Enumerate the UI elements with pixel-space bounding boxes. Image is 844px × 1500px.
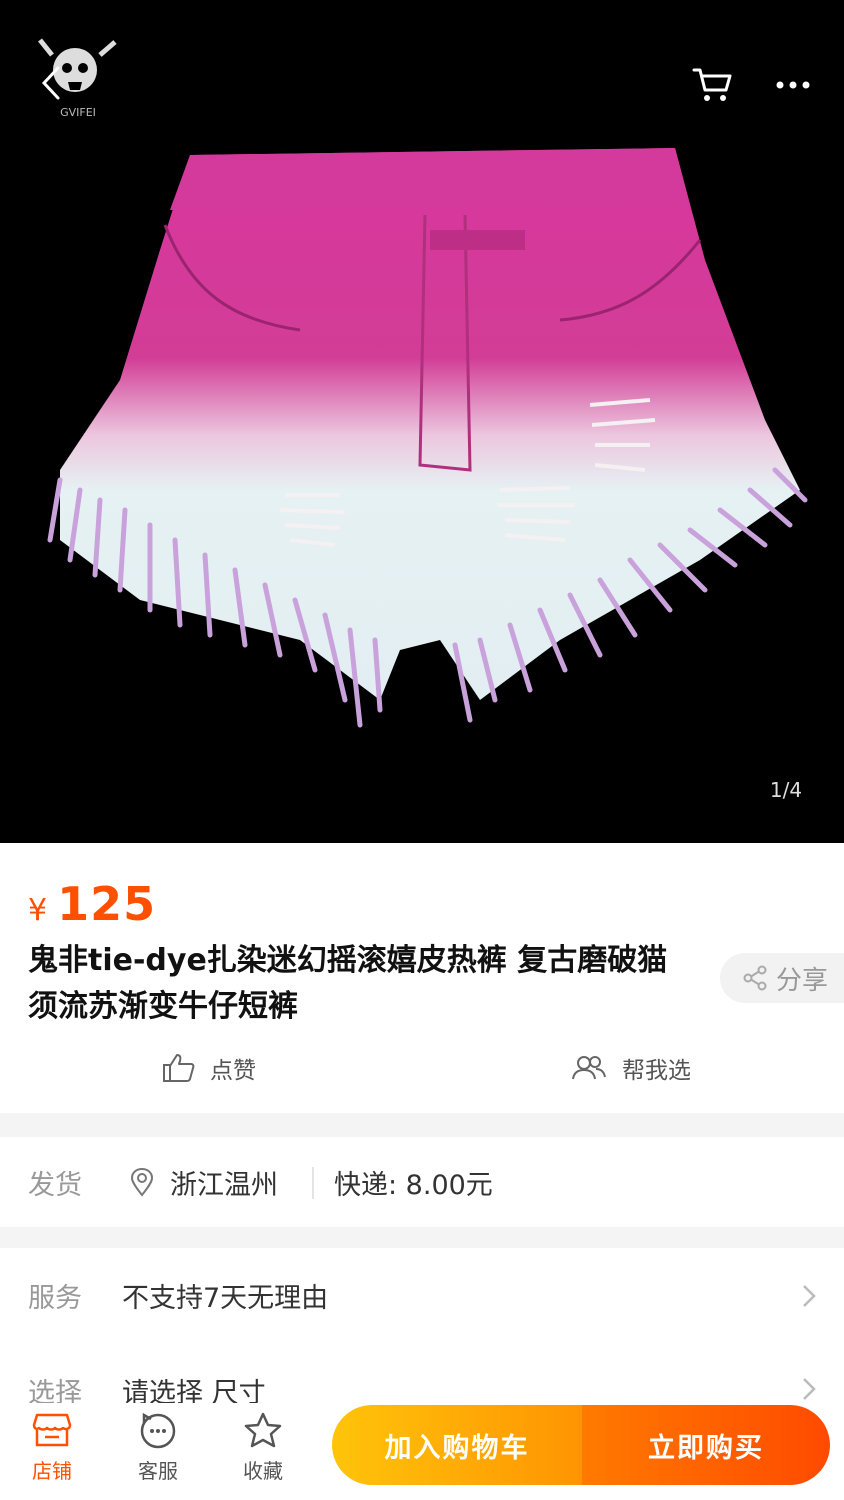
service-text: 不支持7天无理由 bbox=[122, 1283, 329, 1314]
help-label: 帮我选 bbox=[622, 1058, 691, 1084]
express-fee: 快递: 8.00元 bbox=[334, 1169, 493, 1201]
share-icon bbox=[743, 965, 767, 991]
shipping-row: 发货 浙江温州 快递: 8.00元 bbox=[0, 1137, 844, 1227]
bottom-action-bar: 店铺 客服 收藏 加入购物车 立即购买 bbox=[0, 1403, 844, 1500]
like-label: 点赞 bbox=[210, 1058, 256, 1084]
customer-service-tab[interactable]: 客服 bbox=[123, 1411, 193, 1484]
share-label: 分享 bbox=[776, 965, 829, 996]
store-icon bbox=[32, 1413, 72, 1447]
product-title: 鬼非tie-dye扎染迷幻摇滚嬉皮热裤 复古磨破猫须流苏渐变牛仔短裤 bbox=[28, 943, 668, 1024]
favorite-label: 收藏 bbox=[243, 1459, 283, 1483]
service-label: 服务 bbox=[28, 1283, 82, 1314]
shipping-label: 发货 bbox=[28, 1169, 82, 1201]
share-button[interactable]: 分享 bbox=[720, 953, 844, 1003]
cart-icon[interactable] bbox=[690, 62, 734, 106]
thumbs-up-icon bbox=[163, 1054, 195, 1082]
store-label: 店铺 bbox=[32, 1459, 72, 1483]
product-image-gallery[interactable]: GVIFEI 1/4 bbox=[0, 0, 844, 843]
product-info-card: ¥ 125 鬼非tie-dye扎染迷幻摇滚嬉皮热裤 复古磨破猫须流苏渐变牛仔短裤… bbox=[0, 843, 844, 1113]
select-size-row[interactable]: 选择 请选择 尺寸 bbox=[0, 1343, 844, 1403]
brand-name: GVIFEI bbox=[60, 106, 96, 119]
price-value: 125 bbox=[57, 877, 157, 931]
gallery-page-indicator: 1/4 bbox=[769, 778, 803, 802]
ship-from-location: 浙江温州 bbox=[170, 1169, 278, 1201]
back-icon[interactable] bbox=[36, 64, 66, 102]
add-to-cart-button[interactable]: 加入购物车 bbox=[332, 1405, 582, 1485]
price: ¥ 125 bbox=[28, 877, 156, 931]
service-tab-label: 客服 bbox=[138, 1459, 178, 1483]
people-icon bbox=[572, 1056, 606, 1080]
favorite-tab[interactable]: 收藏 bbox=[228, 1411, 298, 1484]
location-icon bbox=[130, 1167, 154, 1197]
store-tab[interactable]: 店铺 bbox=[17, 1411, 87, 1484]
help-me-choose-button[interactable]: 帮我选 bbox=[570, 1051, 691, 1085]
select-label: 选择 bbox=[28, 1378, 82, 1403]
chat-face-icon bbox=[140, 1412, 176, 1449]
chevron-right-icon bbox=[803, 1284, 816, 1307]
service-row[interactable]: 服务 不支持7天无理由 bbox=[0, 1248, 844, 1343]
more-icon[interactable] bbox=[770, 70, 816, 100]
buy-now-button[interactable]: 立即购买 bbox=[582, 1405, 830, 1485]
product-photo-shorts bbox=[47, 148, 808, 728]
chevron-right-icon bbox=[803, 1378, 816, 1400]
price-symbol: ¥ bbox=[28, 893, 48, 928]
select-text: 请选择 尺寸 bbox=[122, 1378, 266, 1403]
like-button[interactable]: 点赞 bbox=[162, 1051, 256, 1085]
star-icon bbox=[244, 1412, 282, 1448]
row-divider bbox=[312, 1167, 314, 1199]
